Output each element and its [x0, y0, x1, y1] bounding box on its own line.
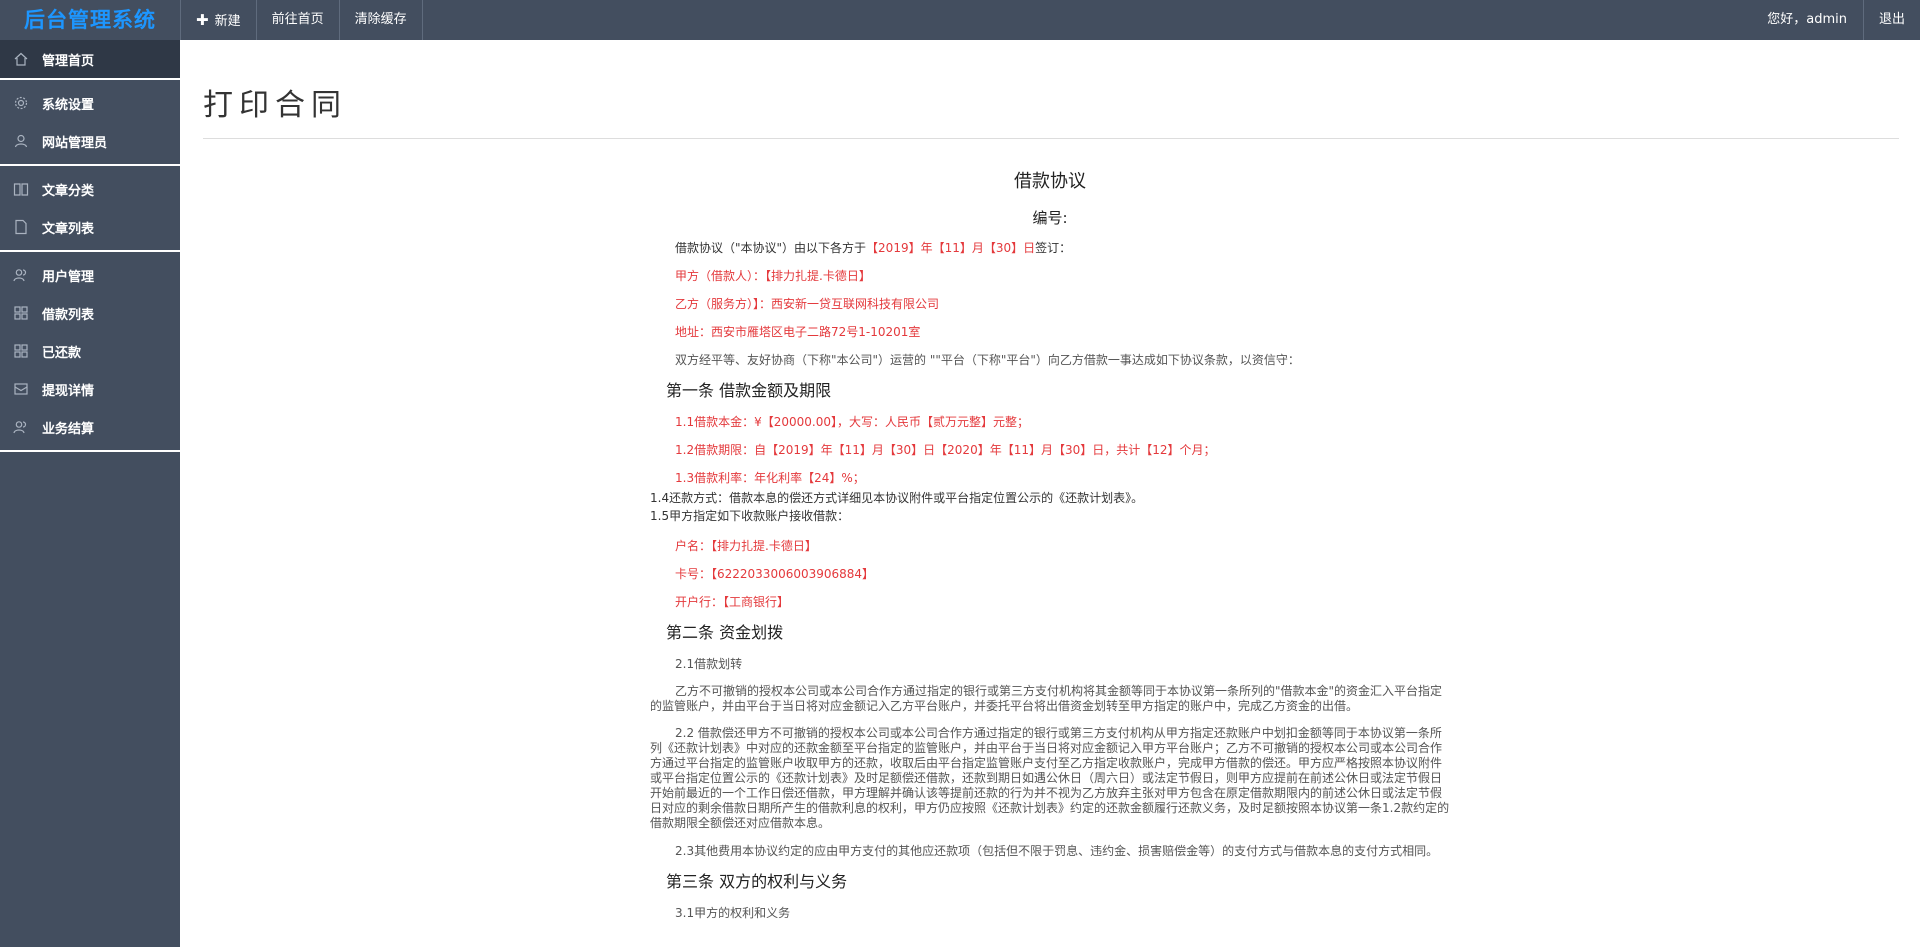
- new-button[interactable]: ✚ 新建: [180, 0, 256, 40]
- sidebar-item-label: 系统设置: [42, 97, 95, 113]
- sidebar-item-label: 文章列表: [42, 221, 95, 237]
- sidebar-item-label: 管理首页: [42, 53, 95, 69]
- intro-prefix: 借款协议（"本协议"）由以下各方于: [675, 241, 867, 255]
- user-greeting: 您好，admin: [1767, 12, 1847, 27]
- sidebar-group-business: 用户管理 借款列表 已还款 提现详情 业务结算: [0, 252, 180, 452]
- party-b: 乙方（服务方）】：西安新一贷互联网科技有限公司: [675, 297, 940, 311]
- gear-icon: [12, 94, 30, 112]
- clause-2-2-body: 2.2 借款偿还甲方不可撤销的授权本公司或本公司合作方通过指定的银行或第三方支付…: [650, 726, 1450, 830]
- sidebar-item-label: 已还款: [42, 345, 82, 361]
- sidebar-item-system-settings[interactable]: 系统设置: [0, 84, 180, 122]
- clause-1-2: 1.2借款期限：自【2019】年【11】月【30】日【2020】年【11】月【3…: [675, 443, 1216, 457]
- top-bar: 后台管理系统 ✚ 新建 前往首页 清除缓存 您好，admin 退出: [0, 0, 1920, 40]
- grid-icon: [12, 342, 30, 360]
- sidebar-item-article-categories[interactable]: 文章分类: [0, 170, 180, 208]
- clause-1-3: 1.3借款利率：年化利率【24】%；: [675, 471, 865, 485]
- section-2-heading: 第二条 资金划拨: [666, 623, 784, 642]
- top-nav: ✚ 新建 前往首页 清除缓存: [180, 0, 423, 40]
- envelope-icon: [12, 380, 30, 398]
- clause-3-1-title: 3.1甲方的权利和义务: [675, 906, 791, 920]
- sidebar-item-user-management[interactable]: 用户管理: [0, 256, 180, 294]
- sidebar-item-business-settlement[interactable]: 业务结算: [0, 408, 180, 446]
- bank-name: 开户行：【工商银行】: [675, 595, 790, 609]
- new-button-label: 新建: [214, 14, 241, 29]
- logout-button[interactable]: 退出: [1862, 0, 1920, 40]
- clause-2-1-body: 乙方不可撤销的授权本公司或本公司合作方通过指定的银行或第三方支付机构将其金额等同…: [650, 684, 1443, 713]
- main-content: 打印合同 借款协议 编号: 借款协议（"本协议"）由以下各方于【2019】年【1…: [180, 40, 1920, 947]
- section-3-heading: 第三条 双方的权利与义务: [666, 872, 848, 891]
- party-address: 地址：西安市雁塔区电子二路72号1-10201室: [675, 325, 921, 339]
- clause-1-4: 1.4还款方式：借款本息的偿还方式详细见本协议附件或平台指定位置公示的《还款计划…: [650, 491, 1144, 505]
- user-area: 您好，admin 退出: [1751, 0, 1920, 40]
- intro-suffix: 签订：: [1035, 241, 1072, 255]
- account-name: 户名：【排力扎提.卡德日】: [675, 539, 817, 553]
- sidebar-item-withdraw-details[interactable]: 提现详情: [0, 370, 180, 408]
- title-divider: [203, 138, 1899, 139]
- sidebar-item-label: 用户管理: [42, 269, 95, 285]
- sidebar-item-label: 网站管理员: [42, 135, 108, 151]
- preamble: 双方经平等、友好协商（下称"本公司"）运营的 ""平台（下称"平台"）向乙方借款…: [675, 353, 1300, 367]
- sidebar-item-admin-home[interactable]: 管理首页: [0, 40, 180, 78]
- contract-document: 借款协议 编号: 借款协议（"本协议"）由以下各方于【2019】年【11】月【3…: [650, 170, 1450, 921]
- plus-icon: ✚: [196, 11, 209, 29]
- file-icon: [12, 218, 30, 236]
- sidebar-item-loan-list[interactable]: 借款列表: [0, 294, 180, 332]
- clause-2-1-title: 2.1借款划转: [675, 657, 743, 671]
- sidebar: 管理首页 系统设置 网站管理员 文章分类 文章列表 用户管理 借款列表 已还款 …: [0, 40, 180, 947]
- users-icon: [12, 418, 30, 436]
- sidebar-item-label: 提现详情: [42, 383, 95, 399]
- section-1-heading: 第一条 借款金额及期限: [666, 381, 832, 400]
- intro-date: 【2019】年【11】月【30】日: [866, 241, 1036, 255]
- sidebar-item-article-list[interactable]: 文章列表: [0, 208, 180, 246]
- clear-cache-button[interactable]: 清除缓存: [338, 0, 423, 40]
- contract-title: 借款协议: [1014, 171, 1086, 192]
- party-a: 甲方（借款人）：【排力扎提.卡德日】: [675, 269, 871, 283]
- book-icon: [12, 180, 30, 198]
- contract-intro: 借款协议（"本协议"）由以下各方于【2019】年【11】月【30】日签订：: [650, 240, 1450, 256]
- sidebar-group-home: 管理首页: [0, 40, 180, 80]
- users-icon: [12, 266, 30, 284]
- sidebar-item-repaid[interactable]: 已还款: [0, 332, 180, 370]
- page-title: 打印合同: [203, 88, 347, 123]
- sidebar-item-label: 业务结算: [42, 421, 95, 437]
- user-icon: [12, 132, 30, 150]
- grid-icon: [12, 304, 30, 322]
- sidebar-group-articles: 文章分类 文章列表: [0, 166, 180, 252]
- clause-1-5: 1.5甲方指定如下收款账户接收借款：: [650, 509, 850, 523]
- clause-1-1: 1.1借款本金：¥【20000.00】，大写：人民币【贰万元整】元整；: [675, 415, 1029, 429]
- contract-number-label: 编号:: [1032, 209, 1068, 227]
- home-icon: [12, 50, 30, 68]
- app-logo[interactable]: 后台管理系统: [0, 0, 180, 40]
- sidebar-item-label: 文章分类: [42, 183, 95, 199]
- clause-2-3-body: 2.3其他费用本协议约定的应由甲方支付的其他应还款项（包括但不限于罚息、违约金、…: [675, 844, 1439, 858]
- goto-home-link[interactable]: 前往首页: [255, 0, 339, 40]
- sidebar-group-system: 系统设置 网站管理员: [0, 80, 180, 166]
- sidebar-item-site-admin[interactable]: 网站管理员: [0, 122, 180, 160]
- sidebar-item-label: 借款列表: [42, 307, 95, 323]
- card-number: 卡号：【6222033006003906884】: [675, 567, 875, 581]
